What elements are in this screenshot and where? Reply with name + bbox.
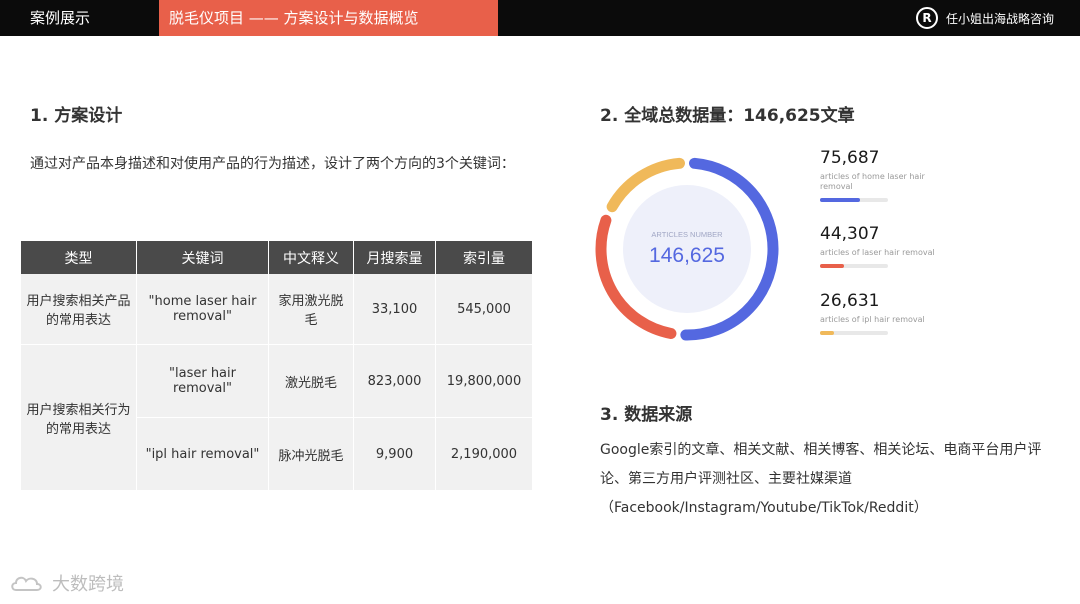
row-type: 用户搜索相关行为的常用表达 [21,344,137,491]
table-row: 用户搜索相关产品的常用表达 "home laser hair removal" … [21,274,532,345]
table-header-row: 类型 关键词 中文释义 月搜索量 索引量 [21,241,532,274]
stat-bar-track [820,264,888,268]
row-monthly: 33,100 [353,274,436,345]
brand-logo-icon: R [915,7,938,29]
brand: R 任小姐出海战略咨询 [915,0,1054,36]
watermark-text: 大数跨境 [52,574,124,595]
table-header-keyword: 关键词 [136,241,269,274]
plan-description: 通过对产品本身描述和对使用产品的行为描述，设计了两个方向的3个关键词： [30,156,515,172]
project-title: 脱毛仪项目 —— 方案设计与数据概览 [159,0,498,36]
row-keyword: "home laser hair removal" [136,274,269,345]
source-title: 3. 数据来源 [600,405,693,425]
table-header-index: 索引量 [435,241,532,274]
articles-donut-chart: ARTICLES NUMBER 146,625 [595,157,779,341]
section-title: 案例展示 [30,9,91,27]
row-meaning: 激光脱毛 [268,344,354,418]
row-keyword: "ipl hair removal" [136,417,269,491]
row-index: 545,000 [435,274,532,345]
stat-label: articles of home laser hair removal [820,172,925,191]
stat-bar-track [820,198,888,202]
row-index: 19,800,000 [435,344,532,418]
source-text: Google索引的文章、相关文献、相关博客、相关论坛、电商平台用户评论、第三方用… [600,442,1042,516]
row-meaning: 脉冲光脱毛 [268,417,354,491]
watermark: 大数跨境 [10,570,124,596]
donut-center-value: 146,625 [649,244,725,267]
stat-value: 26,631 [820,291,880,311]
row-monthly: 823,000 [353,344,436,418]
stat-bar-fill [820,198,861,202]
brand-name: 任小姐出海战略咨询 [945,11,1054,26]
stat-bar-fill [820,264,844,268]
stat-value: 75,687 [820,148,880,168]
stat-ipl: 26,631 articles of ipl hair removal [820,291,940,335]
plan-title: 1. 方案设计 [30,106,123,126]
top-bar: 案例展示 脱毛仪项目 —— 方案设计与数据概览 R 任小姐出海战略咨询 [0,0,1080,36]
table-header-monthly: 月搜索量 [353,241,436,274]
donut-center-label: ARTICLES NUMBER [651,230,723,239]
table-header-type: 类型 [21,241,137,274]
table-header-meaning: 中文释义 [268,241,354,274]
row-keyword: "laser hair removal" [136,344,269,418]
stat-label: articles of ipl hair removal [820,315,925,324]
row-index: 2,190,000 [435,417,532,491]
stat-label: articles of laser hair removal [820,248,935,257]
stat-bar-track [820,331,888,335]
stat-laser: 44,307 articles of laser hair removal [820,224,940,268]
row-type: 用户搜索相关产品的常用表达 [21,274,137,345]
stat-home-laser: 75,687 articles of home laser hair remov… [820,148,940,202]
row-monthly: 9,900 [353,417,436,491]
table-row: 用户搜索相关行为的常用表达 "laser hair removal" 激光脱毛 … [21,344,532,491]
totals-title: 2. 全域总数据量：146,625文章 [600,106,855,126]
keyword-table: 类型 关键词 中文释义 月搜索量 索引量 用户搜索相关产品的常用表达 "home… [21,241,532,491]
stat-bar-fill [820,331,835,335]
stat-value: 44,307 [820,224,880,244]
row-meaning: 家用激光脱毛 [268,274,354,345]
cloud-logo-icon [11,576,42,591]
